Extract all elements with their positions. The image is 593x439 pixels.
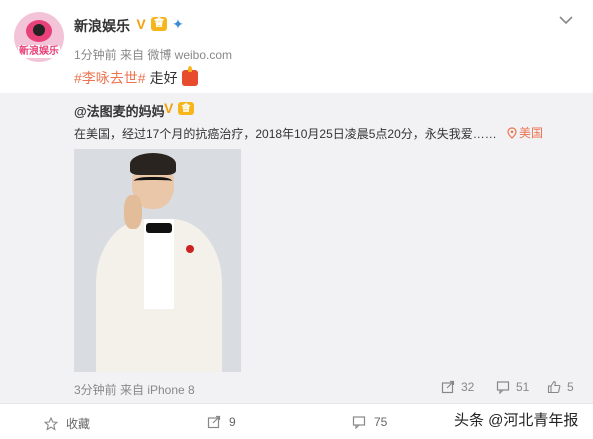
- original-comment-button[interactable]: 51: [496, 380, 529, 394]
- thumbs-up-icon: [547, 380, 561, 394]
- original-author-link[interactable]: @法图麦的妈妈: [74, 101, 165, 120]
- photo-glasses-shape: [134, 177, 172, 187]
- verified-v-icon: V: [164, 100, 174, 116]
- original-like-button[interactable]: 5: [547, 380, 574, 394]
- blue-diamond-icon[interactable]: ✦: [170, 17, 186, 31]
- location-label: 美国: [519, 126, 544, 140]
- post-photo[interactable]: [74, 149, 241, 372]
- watermark: 头条 @河北青年报: [440, 404, 593, 434]
- forward-button[interactable]: 9: [207, 415, 236, 429]
- original-post-meta: 3分钟前 来自 iPhone 8: [74, 383, 195, 397]
- location-pin-icon: [507, 126, 517, 139]
- comment-icon: [496, 381, 510, 394]
- original-like-count: 5: [567, 380, 574, 394]
- avatar-pupil-shape: [33, 24, 45, 36]
- forward-icon: [441, 380, 455, 394]
- post-text: #李咏去世# 走好: [74, 66, 198, 88]
- avatar[interactable]: 新浪娱乐: [14, 12, 64, 62]
- hashtag-link[interactable]: #李咏去世#: [74, 68, 146, 88]
- original-comment-count: 51: [516, 380, 530, 394]
- photo-hand-shape: [124, 195, 142, 229]
- candle-emoji-icon: [181, 66, 198, 86]
- verified-v-icon: V: [136, 16, 146, 32]
- forward-count: 9: [229, 415, 236, 429]
- original-post-text: 在美国，经过17个月的抗癌治疗，2018年10月25日凌晨5点20分，永失我爱……: [74, 127, 497, 141]
- location-link[interactable]: 美国: [507, 124, 543, 141]
- star-icon: [44, 416, 58, 431]
- original-forward-count: 32: [461, 380, 475, 394]
- photo-hair-shape: [130, 153, 176, 175]
- avatar-logo-text: 新浪娱乐: [18, 45, 60, 58]
- chevron-down-icon[interactable]: [558, 14, 574, 26]
- forward-icon: [207, 415, 221, 429]
- original-forward-button[interactable]: 32: [441, 380, 474, 394]
- vip-badge-icon[interactable]: 會: [178, 102, 194, 115]
- photo-bowtie-shape: [146, 223, 172, 233]
- photo-flower-shape: [186, 245, 194, 253]
- weibo-post-card: 新浪娱乐 新浪娱乐 V 會 ✦ 1分钟前 来自 微博 weibo.com #李咏…: [0, 0, 593, 439]
- comment-icon: [352, 416, 366, 429]
- comment-count: 75: [374, 415, 388, 429]
- post-meta: 1分钟前 来自 微博 weibo.com: [74, 48, 233, 62]
- favorite-button[interactable]: 收藏: [44, 415, 90, 432]
- comment-button[interactable]: 75: [352, 415, 387, 429]
- repost-box: @法图麦的妈妈 V 會 在美国，经过17个月的抗癌治疗，2018年10月25日凌…: [0, 93, 593, 403]
- favorite-label: 收藏: [66, 417, 91, 431]
- author-name[interactable]: 新浪娱乐: [74, 16, 130, 36]
- post-body: 走好: [149, 70, 178, 86]
- vip-badge-icon[interactable]: 會: [151, 17, 167, 31]
